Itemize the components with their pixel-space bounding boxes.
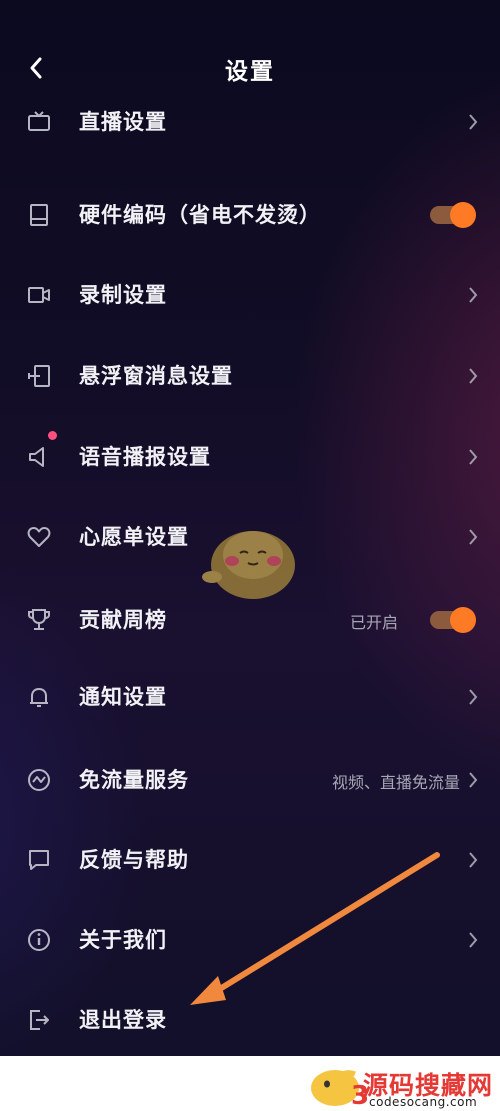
- chevron-right-icon: [466, 284, 480, 306]
- row-label: 心愿单设置: [79, 525, 189, 549]
- notification-dot: [48, 431, 57, 440]
- watermark-footer: 3 源码搜藏网 codesocang.com: [0, 1056, 500, 1111]
- settings-row-voice-broadcast[interactable]: 语音播报设置: [0, 427, 500, 487]
- settings-row-about[interactable]: 关于我们: [0, 910, 500, 970]
- row-value: 视频、直播免流量: [331, 773, 460, 792]
- data-saver-icon: [24, 765, 54, 795]
- row-label: 贡献周榜: [79, 608, 167, 632]
- chevron-right-icon: [466, 446, 480, 468]
- header: 设置: [0, 40, 500, 96]
- row-value: 已开启: [349, 613, 398, 632]
- cpu-icon: [24, 200, 54, 230]
- row-label: 语音播报设置: [79, 445, 211, 469]
- weekly-contribution-toggle[interactable]: [430, 607, 476, 633]
- settings-row-live[interactable]: 直播设置: [0, 92, 500, 152]
- video-camera-icon: [24, 280, 54, 310]
- hardware-encoding-toggle[interactable]: [430, 202, 476, 228]
- feedback-icon: [24, 845, 54, 875]
- logout-icon: [24, 1005, 54, 1035]
- page-title: 设置: [225, 59, 275, 85]
- settings-row-data-free[interactable]: 免流量服务 视频、直播免流量: [0, 750, 500, 810]
- settings-row-recording[interactable]: 录制设置: [0, 265, 500, 325]
- bell-icon: [24, 682, 54, 712]
- chevron-right-icon: [466, 526, 480, 548]
- chevron-right-icon: [466, 111, 480, 133]
- chevron-right-icon: [466, 365, 480, 387]
- row-label: 反馈与帮助: [79, 848, 189, 872]
- chevron-right-icon: [466, 929, 480, 951]
- settings-row-floating-window[interactable]: 悬浮窗消息设置: [0, 346, 500, 406]
- tv-icon: [24, 107, 54, 137]
- speaker-icon: [24, 442, 54, 472]
- chevron-right-icon: [466, 849, 480, 871]
- floating-window-icon: [24, 361, 54, 391]
- row-label: 直播设置: [79, 110, 167, 134]
- watermark-url: codesocang.com: [369, 1095, 478, 1109]
- settings-row-weekly-contribution: 贡献周榜 已开启: [0, 590, 500, 650]
- row-label: 关于我们: [79, 928, 167, 952]
- chevron-right-icon: [466, 769, 480, 791]
- settings-row-notifications[interactable]: 通知设置: [0, 667, 500, 727]
- row-label: 通知设置: [79, 685, 167, 709]
- chevron-right-icon: [466, 686, 480, 708]
- trophy-icon: [24, 605, 54, 635]
- info-icon: [24, 925, 54, 955]
- settings-row-logout[interactable]: 退出登录: [0, 990, 500, 1050]
- settings-row-hardware-encoding: 硬件编码（省电不发烫）: [0, 185, 500, 245]
- row-label: 退出登录: [79, 1008, 167, 1032]
- heart-icon: [24, 522, 54, 552]
- row-label: 硬件编码（省电不发烫）: [79, 203, 321, 227]
- row-label: 免流量服务: [79, 768, 189, 792]
- settings-row-feedback[interactable]: 反馈与帮助: [0, 830, 500, 890]
- row-label: 录制设置: [79, 283, 167, 307]
- row-label: 悬浮窗消息设置: [79, 364, 233, 388]
- settings-screen: 设置 直播设置 硬件编码（省电不发烫） 录制设置 悬浮窗消息设置 语音播报设置 …: [0, 0, 500, 1056]
